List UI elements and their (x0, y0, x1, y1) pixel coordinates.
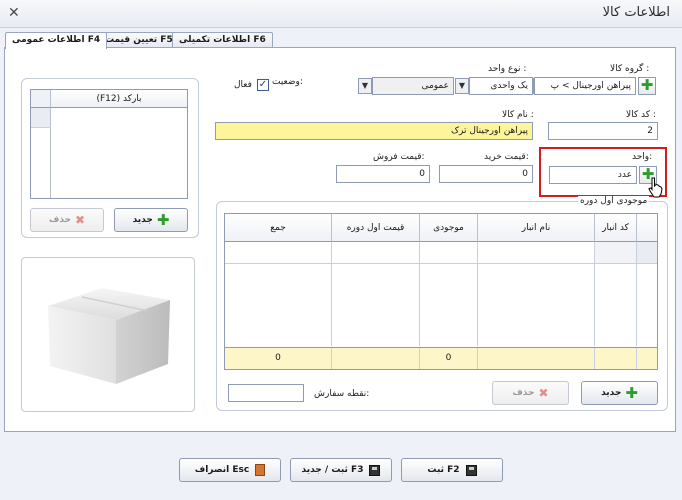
barcode-column-header[interactable]: (F12) بارکد (51, 90, 187, 108)
total-empty (595, 348, 637, 369)
totals-separator (225, 347, 657, 348)
mouse-cursor-icon (648, 177, 663, 198)
inventory-grid-corner (637, 214, 657, 242)
barcode-new-label: جدید (132, 215, 153, 225)
tab-general-info[interactable]: اطلاعات عمومی F4 (5, 32, 108, 49)
buy-price-input[interactable]: 0 (439, 165, 533, 183)
save-icon (369, 464, 381, 476)
total-stock: 0 (420, 348, 478, 369)
grid-cell[interactable] (478, 242, 595, 264)
plus-icon: ✚ (625, 384, 638, 402)
unit-type-dropdown-button[interactable]: ▼ (455, 78, 469, 94)
grid-cell[interactable] (332, 242, 420, 264)
save-new-button[interactable]: ثبت / جدید F3 (290, 458, 392, 482)
group-combobox[interactable]: پیراهن اورجینال > پ (534, 77, 636, 95)
grid-cell[interactable] (225, 242, 332, 264)
inventory-new-label: جدید (601, 388, 622, 398)
plus-icon: ✚ (156, 211, 170, 229)
grid-divider (331, 264, 332, 346)
column-stock[interactable]: موجودی (420, 214, 478, 242)
active-checkbox[interactable]: ✓ (257, 79, 269, 91)
barcode-delete-label: حذف (48, 215, 72, 225)
barcode-row-strip (31, 128, 51, 198)
general-combobox[interactable]: عمومی (372, 77, 454, 95)
grid-cell[interactable] (420, 242, 478, 264)
grid-divider (636, 264, 637, 346)
box-placeholder-icon (48, 288, 170, 384)
reorder-input[interactable] (228, 384, 304, 402)
window-titlebar: اطلاعات کالا ✕ (0, 0, 682, 28)
barcode-new-button[interactable]: جدید ✚ (114, 208, 188, 232)
save-icon (465, 464, 477, 476)
grid-cell[interactable] (595, 242, 637, 264)
save-label: ثبت F2 (427, 465, 460, 475)
cancel-label: انصراف Esc (194, 465, 250, 475)
grid-divider (477, 264, 478, 346)
cancel-button[interactable]: انصراف Esc (179, 458, 281, 482)
close-icon[interactable]: ✕ (8, 5, 20, 21)
barcode-grid[interactable]: (F12) بارکد (30, 89, 188, 199)
unit-type-combobox[interactable]: یک واحدی (469, 77, 533, 95)
delete-x-icon: ✖ (538, 386, 549, 400)
total-empty (478, 348, 595, 369)
grid-divider (419, 264, 420, 346)
inventory-new-button[interactable]: جدید ✚ (581, 381, 658, 405)
general-dropdown-button[interactable]: ▼ (358, 78, 372, 94)
column-warehouse-code[interactable]: کد انبار (595, 214, 637, 242)
sell-price-label: قیمت فروش: (373, 152, 425, 162)
total-empty (332, 348, 420, 369)
grid-divider (594, 264, 595, 346)
delete-x-icon: ✖ (75, 213, 86, 227)
column-warehouse-name[interactable]: نام انبار (478, 214, 595, 242)
sell-price-input[interactable]: 0 (336, 165, 430, 183)
product-image-box[interactable] (21, 257, 195, 412)
group-label: گروه کالا : (610, 64, 650, 74)
inventory-grid[interactable]: جمع قیمت اول دوره موجودی نام انبار کد ان… (224, 213, 658, 370)
add-group-button[interactable]: ✚ (638, 77, 656, 95)
window-title: اطلاعات کالا (602, 5, 670, 20)
save-new-label: ثبت / جدید F3 (301, 465, 364, 475)
unit-type-label: نوع واحد : (488, 64, 527, 74)
active-label: فعال (234, 80, 252, 90)
inventory-delete-label: حذف (512, 388, 535, 398)
tab-extra-info[interactable]: اطلاعات تکمیلی F6 (172, 32, 273, 48)
status-label: وضعیت: (272, 77, 303, 87)
name-label: نام کالا : (502, 110, 534, 120)
tab-pricing[interactable]: تعیین قیمت F5 (98, 32, 180, 48)
total-empty (637, 348, 657, 369)
code-input[interactable]: 2 (548, 122, 658, 140)
exit-door-icon (255, 464, 266, 476)
barcode-grid-corner (31, 90, 51, 108)
barcode-delete-button[interactable]: حذف ✖ (30, 208, 104, 232)
inventory-group-title: موجودی اول دوره (578, 196, 650, 206)
save-button[interactable]: ثبت F2 (401, 458, 503, 482)
inventory-delete-button[interactable]: حذف ✖ (492, 381, 569, 405)
buy-price-label: قیمت خرید: (484, 152, 529, 162)
barcode-row-indicator (31, 108, 51, 128)
column-sum[interactable]: جمع (225, 214, 332, 242)
reorder-label: نقطه سفارش: (314, 389, 370, 399)
code-label: کد کالا : (626, 110, 656, 120)
total-sum: 0 (225, 348, 332, 369)
grid-row-indicator (637, 242, 657, 264)
name-input[interactable]: پیراهن اورجینال ترک (215, 122, 533, 140)
column-opening-price[interactable]: قیمت اول دوره (332, 214, 420, 242)
